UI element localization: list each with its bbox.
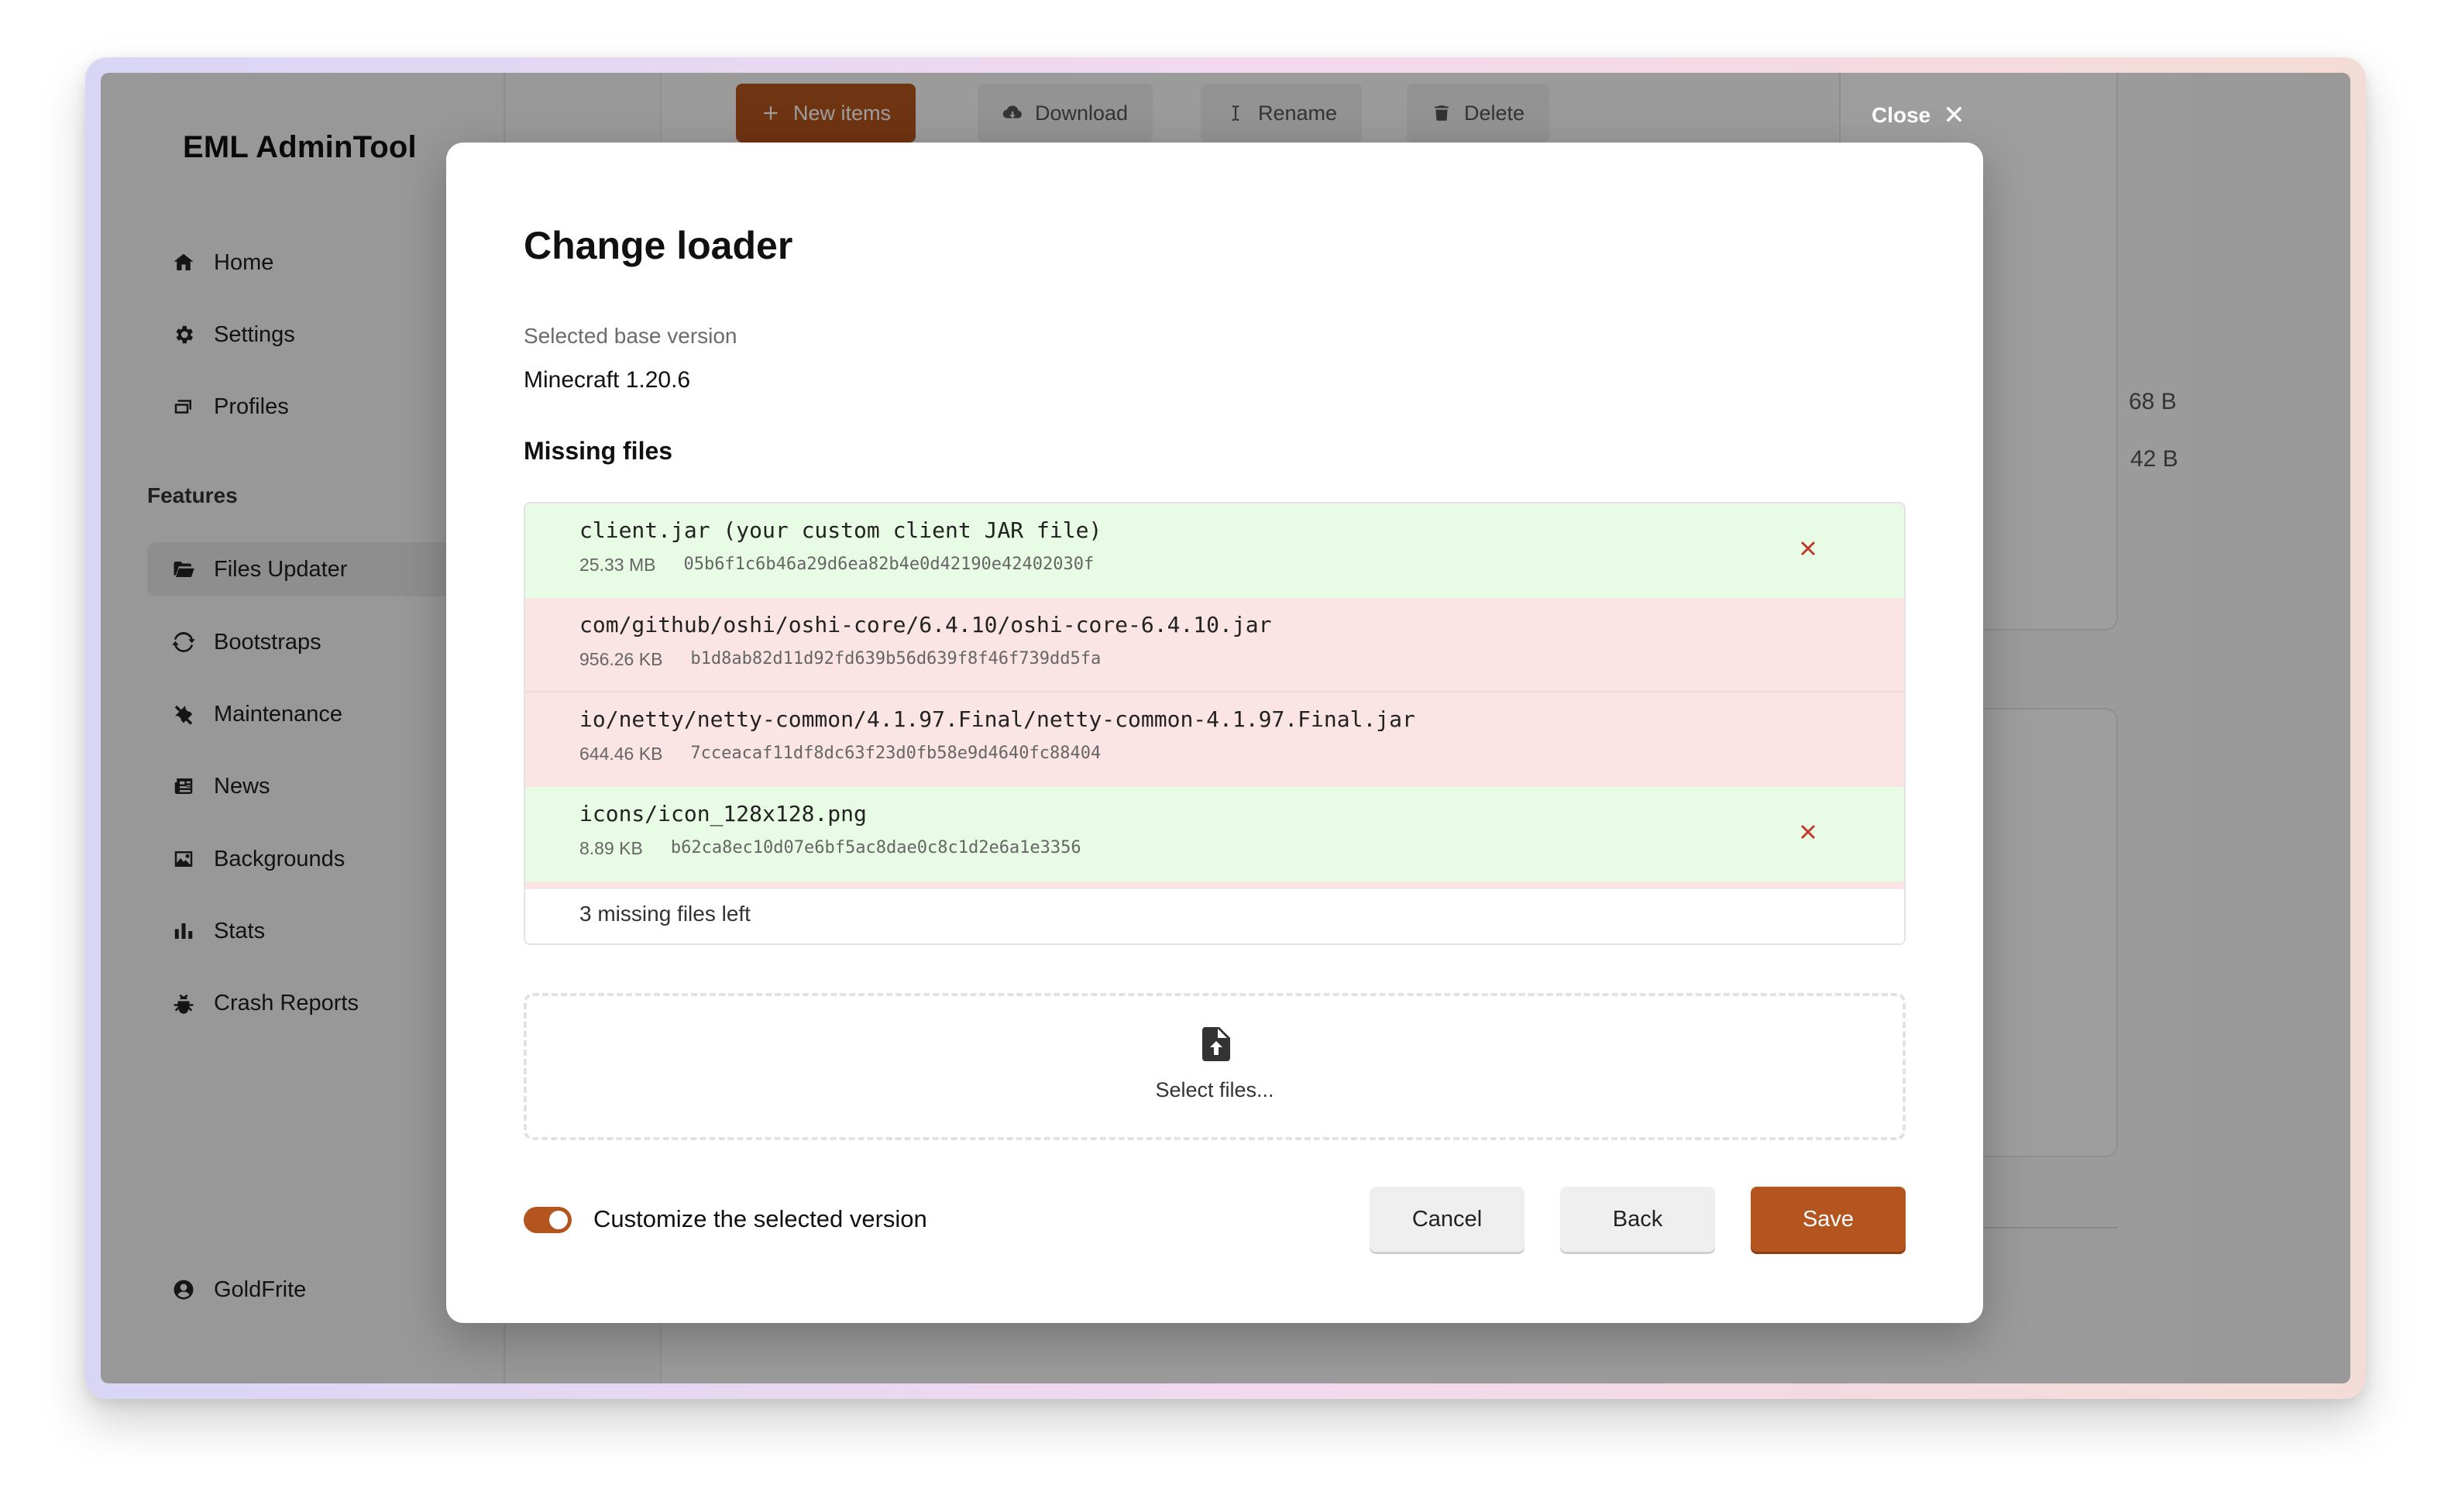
remove-file-button[interactable] — [1793, 533, 1824, 564]
change-loader-dialog: Change loader Selected base version Mine… — [446, 143, 1983, 1323]
file-dropzone[interactable]: Select files... — [524, 993, 1906, 1140]
missing-count: 3 missing files left — [579, 902, 751, 926]
scroll-divider — [525, 881, 1904, 889]
file-name: com/github/oshi/oshi-core/6.4.10/oshi-co… — [579, 612, 1272, 637]
file-hash: b1d8ab82d11d92fd639b56d639f8f46f739dd5fa — [690, 649, 1102, 668]
remove-file-button[interactable] — [1793, 816, 1824, 847]
customize-version-label: Customize the selected version — [593, 1205, 927, 1232]
list-item: io/netty/netty-common/4.1.97.Final/netty… — [525, 692, 1904, 787]
file-hash: 05b6f1c6b46a29d6ea82b4e0d42190e42402030f — [683, 555, 1095, 574]
file-name: io/netty/netty-common/4.1.97.Final/netty… — [579, 706, 1415, 732]
file-meta: 956.26 KB b1d8ab82d11d92fd639b56d639f8f4… — [579, 649, 1101, 670]
toggle-knob — [549, 1211, 568, 1229]
base-version-label: Selected base version — [524, 324, 737, 348]
close-icon: ✕ — [1943, 101, 1965, 130]
close-label: Close — [1872, 103, 1931, 127]
file-hash: 7cceacaf11df8dc63f23d0fb58e9d4640fc88404 — [690, 744, 1102, 763]
file-meta: 644.46 KB 7cceacaf11df8dc63f23d0fb58e9d4… — [579, 744, 1101, 765]
cancel-button[interactable]: Cancel — [1370, 1187, 1525, 1252]
file-size: 8.89 KB — [579, 838, 643, 858]
file-meta: 25.33 MB 05b6f1c6b46a29d6ea82b4e0d42190e… — [579, 555, 1094, 576]
file-size: 644.46 KB — [579, 744, 663, 764]
back-button[interactable]: Back — [1560, 1187, 1715, 1252]
list-item: icons/icon_128x128.png 8.89 KB b62ca8ec1… — [525, 787, 1904, 881]
close-icon — [1800, 541, 1816, 556]
save-button[interactable]: Save — [1751, 1187, 1906, 1252]
list-item: com/github/oshi/oshi-core/6.4.10/oshi-co… — [525, 598, 1904, 692]
close-button[interactable]: Close ✕ — [1872, 102, 1965, 129]
file-size: 956.26 KB — [579, 649, 663, 669]
list-item: client.jar (your custom client JAR file)… — [525, 503, 1904, 598]
dialog-title: Change loader — [524, 224, 793, 267]
select-files-label: Select files... — [1155, 1078, 1274, 1101]
missing-files-heading: Missing files — [524, 437, 673, 465]
file-name: icons/icon_128x128.png — [579, 801, 867, 826]
file-upload-icon — [1202, 1027, 1230, 1061]
close-icon — [1800, 824, 1816, 840]
missing-files-list: client.jar (your custom client JAR file)… — [524, 502, 1906, 945]
customize-version-toggle[interactable] — [524, 1207, 572, 1233]
file-name: client.jar (your custom client JAR file) — [579, 517, 1102, 543]
base-version-value: Minecraft 1.20.6 — [524, 367, 691, 393]
file-meta: 8.89 KB b62ca8ec10d07e6bf5ac8dae0c8c1d2e… — [579, 838, 1081, 859]
file-size: 25.33 MB — [579, 555, 656, 575]
file-hash: b62ca8ec10d07e6bf5ac8dae0c8c1d2e6a1e3356 — [670, 838, 1081, 857]
